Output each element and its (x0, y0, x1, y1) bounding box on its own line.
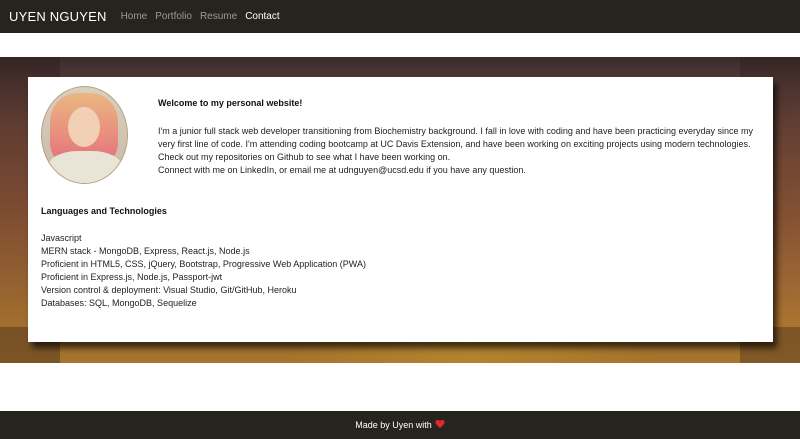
top-navbar: UYEN NGUYEN Home Portfolio Resume Contac… (0, 0, 800, 33)
footer-text: Made by Uyen with (355, 420, 432, 430)
bio-paragraph-2: Check out my repositories on Github to s… (158, 152, 451, 162)
languages-list-item: Proficient in Express.js, Node.js, Passp… (41, 272, 223, 282)
heart-icon (435, 420, 445, 430)
bio-text: I'm a junior full stack web developer tr… (158, 125, 753, 177)
profile-card: Welcome to my personal website! I'm a ju… (28, 77, 773, 342)
nav-link-portfolio[interactable]: Portfolio (155, 11, 192, 22)
bio-paragraph-1: I'm a junior full stack web developer tr… (158, 126, 754, 149)
languages-list-item: Proficient in HTML5, CSS, jQuery, Bootst… (41, 259, 366, 269)
languages-list: Javascript MERN stack - MongoDB, Express… (41, 232, 366, 310)
bio-paragraph-3: Connect with me on LinkedIn, or email me… (158, 165, 526, 175)
nav-link-home[interactable]: Home (121, 11, 148, 22)
nav-link-contact[interactable]: Contact (245, 11, 279, 22)
profile-avatar (41, 86, 128, 184)
languages-list-item: MERN stack - MongoDB, Express, React.js,… (41, 246, 250, 256)
brand-link[interactable]: UYEN NGUYEN (9, 9, 107, 24)
languages-heading: Languages and Technologies (41, 206, 167, 216)
welcome-heading: Welcome to my personal website! (158, 98, 303, 108)
languages-list-item: Javascript (41, 233, 82, 243)
nav-link-resume[interactable]: Resume (200, 11, 237, 22)
languages-list-item: Databases: SQL, MongoDB, Sequelize (41, 298, 197, 308)
languages-list-item: Version control & deployment: Visual Stu… (41, 285, 297, 295)
page-footer: Made by Uyen with (0, 411, 800, 439)
